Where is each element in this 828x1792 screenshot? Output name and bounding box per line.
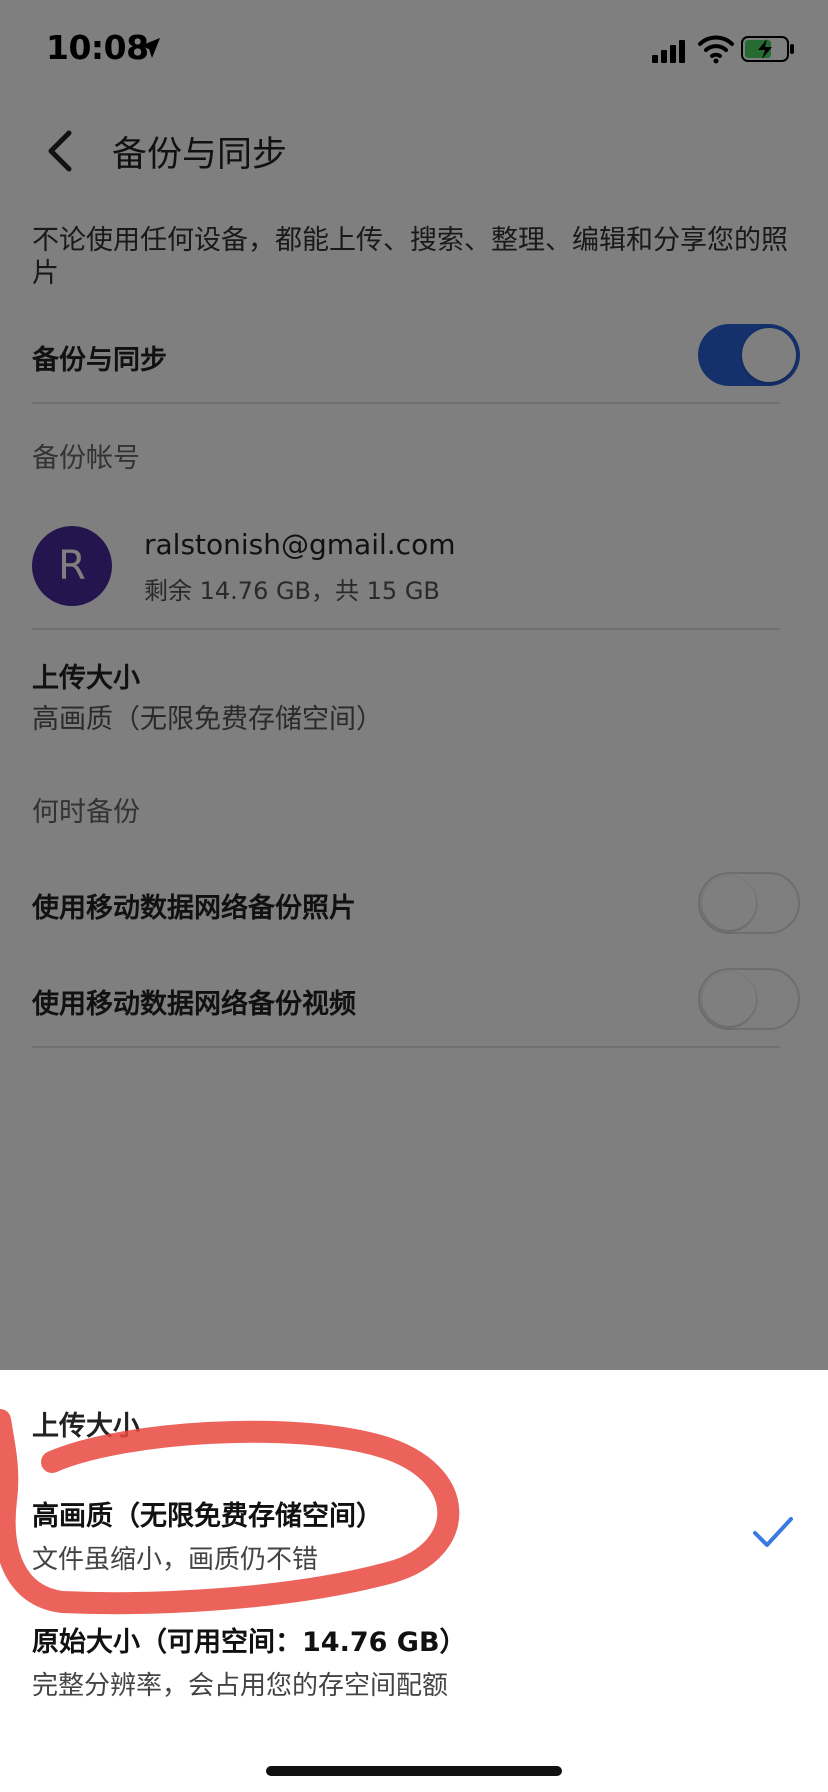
screen: 10:08 [0, 0, 828, 1792]
sheet-title: 上传大小 [32, 1411, 140, 1442]
option-original-size[interactable]: 原始大小（可用空间：14.76 GB） 完整分辨率，会占用您的存空间配额 [32, 1620, 467, 1702]
option-subtitle: 完整分辨率，会占用您的存空间配额 [32, 1671, 449, 1701]
home-indicator [266, 1766, 562, 1776]
upload-size-bottom-sheet: 上传大小 高画质（无限免费存储空间） 文件虽缩小，画质仍不错 原始大小（可用空间… [0, 1370, 828, 1792]
option-high-quality[interactable]: 高画质（无限免费存储空间） 文件虽缩小，画质仍不错 [32, 1494, 383, 1576]
option-title: 原始大小（可用空间：14.76 GB） [32, 1627, 467, 1658]
option-subtitle: 文件虽缩小，画质仍不错 [32, 1545, 319, 1575]
checkmark-icon [753, 1517, 793, 1547]
modal-dim-overlay[interactable] [0, 0, 828, 1370]
option-title: 高画质（无限免费存储空间） [32, 1501, 383, 1532]
